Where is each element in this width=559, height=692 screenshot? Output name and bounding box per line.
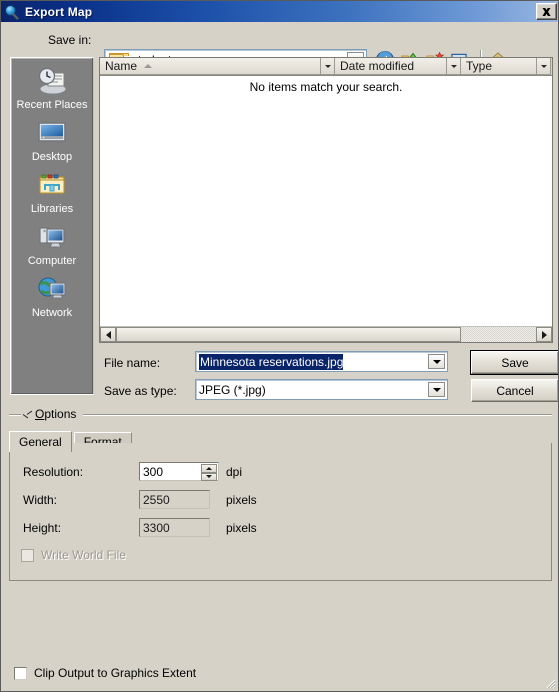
save-in-row: Save in: student (1, 22, 558, 70)
text-caret (343, 354, 345, 368)
height-value: 3300 (143, 520, 170, 535)
resolution-label: Resolution: (23, 465, 84, 479)
file-name-dropdown-button[interactable] (428, 354, 445, 369)
arrow-up-icon (206, 466, 212, 470)
file-name-combobox[interactable]: Minnesota reservations.jpg (195, 351, 448, 372)
place-label: Libraries (30, 203, 74, 215)
place-label: Desktop (31, 151, 73, 163)
place-desktop[interactable]: Desktop (11, 117, 93, 163)
title-bar: Export Map (1, 1, 558, 22)
height-unit: pixels (226, 521, 257, 535)
arrow-down-icon (206, 475, 212, 479)
close-icon (542, 7, 551, 16)
arrow-right-icon (541, 330, 547, 339)
clip-output-checkbox-row[interactable]: Clip Output to Graphics Extent (14, 666, 196, 680)
resize-grip-icon (546, 679, 556, 689)
column-filter-date-modified[interactable] (447, 58, 461, 75)
write-world-file-checkbox-row: Write World File (21, 548, 126, 562)
save-as-type-dropdown-button[interactable] (428, 382, 445, 397)
options-group-divider (9, 413, 552, 416)
resolution-input[interactable]: 300 (139, 462, 219, 481)
write-world-file-label: Write World File (41, 548, 126, 562)
scrollbar-thumb[interactable] (116, 327, 461, 342)
column-filter-type[interactable] (537, 58, 551, 75)
place-recent-places[interactable]: Recent Places (11, 65, 93, 111)
resize-grip[interactable] (544, 677, 556, 689)
chevron-collapse-icon (23, 411, 32, 418)
options-general-panel: Resolution: 300 dpi Width: 2550 pixels H… (9, 443, 552, 581)
chevron-down-icon (432, 387, 441, 392)
column-header-row: Name Date modified Type (100, 58, 552, 76)
save-as-type-value: JPEG (*.jpg) (199, 382, 266, 397)
write-world-file-checkbox (21, 548, 34, 562)
place-label: Recent Places (16, 99, 88, 111)
file-name-label: File name: (104, 356, 161, 370)
recent-places-icon (36, 65, 68, 97)
save-as-type-label: Save as type: (104, 384, 177, 398)
column-header-name[interactable]: Name (100, 58, 321, 75)
options-title-rest: ptions (44, 407, 77, 421)
column-header-label: Name (105, 59, 138, 73)
place-libraries[interactable]: Libraries (11, 169, 93, 215)
place-label: Computer (27, 255, 77, 267)
tab-general[interactable]: General (9, 431, 72, 452)
file-name-value-wrap: Minnesota reservations.jpg (199, 353, 345, 370)
network-icon (36, 273, 68, 305)
options-title-mnemonic: O (35, 407, 45, 421)
scrollbar-track[interactable] (116, 327, 536, 342)
width-label: Width: (23, 493, 58, 507)
resolution-unit: dpi (226, 465, 243, 479)
column-header-label: Type (466, 59, 493, 73)
height-label: Height: (23, 521, 62, 535)
file-list-horizontal-scrollbar[interactable] (100, 326, 552, 342)
clip-output-checkbox[interactable] (14, 666, 27, 680)
scroll-right-button[interactable] (536, 327, 552, 342)
height-input: 3300 (139, 518, 210, 537)
places-bar: Recent Places Desktop Libraries Computer… (10, 57, 94, 395)
cancel-button[interactable]: Cancel (471, 379, 558, 402)
file-list: Name Date modified Type No items match y… (99, 57, 553, 343)
file-name-input[interactable]: Minnesota reservations.jpg (199, 353, 344, 370)
place-label: Network (31, 307, 73, 319)
export-map-dialog: Export Map Save in: student (0, 0, 559, 692)
close-button[interactable] (536, 3, 557, 20)
save-as-type-combobox[interactable]: JPEG (*.jpg) (195, 379, 448, 400)
width-unit: pixels (226, 493, 257, 507)
column-header-date-modified[interactable]: Date modified (335, 58, 447, 75)
chevron-down-icon (450, 64, 457, 68)
window-title: Export Map (25, 4, 93, 19)
libraries-icon (36, 169, 68, 201)
scroll-left-button[interactable] (100, 327, 116, 342)
column-filter-name[interactable] (321, 58, 335, 75)
sort-ascending-icon (144, 64, 153, 68)
arrow-left-icon (105, 330, 111, 339)
computer-icon (36, 221, 68, 253)
stepper-down-button[interactable] (201, 472, 217, 481)
column-header-label: Date modified (340, 59, 415, 73)
clip-output-label: Clip Output to Graphics Extent (34, 666, 197, 680)
resolution-value: 300 (143, 464, 164, 479)
place-computer[interactable]: Computer (11, 221, 93, 267)
stepper-up-button[interactable] (201, 464, 217, 473)
options-group-toggle[interactable]: Options (23, 407, 76, 421)
width-value: 2550 (143, 492, 170, 507)
resolution-stepper[interactable] (201, 464, 217, 481)
chevron-down-icon (540, 64, 547, 68)
save-in-label: Save in: (48, 33, 92, 47)
empty-list-message: No items match your search. (249, 80, 403, 94)
desktop-icon (36, 117, 68, 149)
width-input: 2550 (139, 490, 210, 509)
magnifier-globe-icon (4, 4, 20, 20)
chevron-down-icon (324, 64, 331, 68)
column-header-type[interactable]: Type (461, 58, 537, 75)
save-button[interactable]: Save (470, 350, 558, 375)
place-network[interactable]: Network (11, 273, 93, 319)
chevron-down-icon (432, 359, 441, 364)
